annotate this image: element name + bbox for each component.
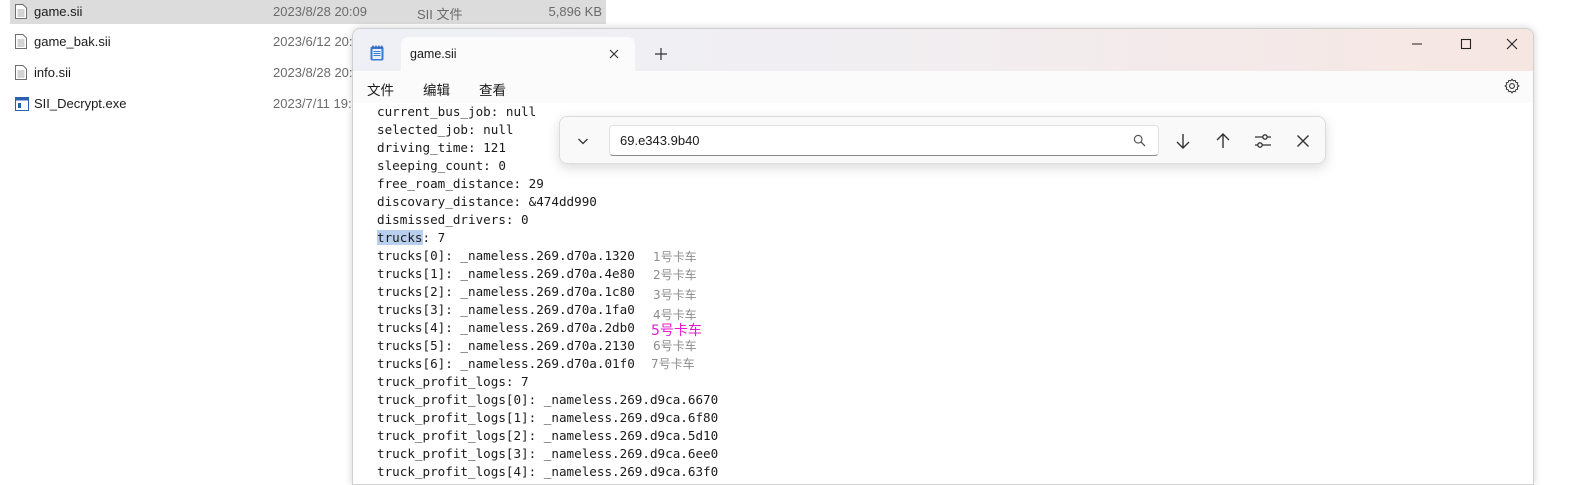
arrow-down-icon[interactable] <box>1173 131 1193 151</box>
file-name: info.sii <box>34 65 71 80</box>
file-date: 2023/8/28 20:09 <box>273 4 367 19</box>
code-line: driving_time: 121 <box>377 140 506 155</box>
tab-game-sii[interactable]: game.sii <box>401 37 635 71</box>
notepad-window: game.sii 文件 编辑 查看 current_bus_job: null … <box>352 28 1534 485</box>
find-bar <box>559 116 1326 164</box>
close-icon[interactable] <box>607 47 621 61</box>
code-line: dismissed_drivers: 0 <box>377 212 529 227</box>
file-row[interactable]: game.sii 2023/8/28 20:09 SII 文件 5,896 KB <box>10 0 606 24</box>
search-icon[interactable] <box>1133 134 1146 147</box>
tab-label: game.sii <box>410 47 457 61</box>
truck-annotation: 3号卡车 <box>653 288 697 302</box>
filter-options-icon[interactable] <box>1253 131 1273 151</box>
code-line: truck_profit_logs[0]: _nameless.269.d9ca… <box>377 392 719 407</box>
chevron-down-icon[interactable] <box>575 133 591 149</box>
title-bar: game.sii <box>353 29 1533 71</box>
code-line: current_bus_job: null <box>377 104 537 119</box>
code-line: trucks[1]: _nameless.269.d70a.4e80 <box>377 266 635 281</box>
code-line-trucks: trucks: 7 <box>377 229 445 247</box>
exe-file-icon <box>15 97 29 111</box>
notepad-app-icon <box>370 45 384 61</box>
close-icon[interactable] <box>1293 131 1313 151</box>
file-date: 2023/8/28 20: <box>273 65 353 80</box>
truck-annotation: 7号卡车 <box>651 357 695 371</box>
code-line: trucks[6]: _nameless.269.d70a.01f0 <box>377 356 635 371</box>
truck-annotation: 2号卡车 <box>653 268 697 282</box>
code-line-rest: : 7 <box>422 230 446 245</box>
file-date: 2023/6/12 20: <box>273 34 353 49</box>
file-row[interactable]: info.sii 2023/8/28 20: <box>10 61 353 85</box>
file-date: 2023/7/11 19: <box>273 96 352 111</box>
code-line: truck_profit_logs[2]: _nameless.269.d9ca… <box>377 428 719 443</box>
maximize-icon[interactable] <box>1459 37 1473 51</box>
find-input[interactable] <box>609 125 1159 156</box>
code-line: trucks[4]: _nameless.269.d70a.2db0 <box>377 320 635 335</box>
file-row[interactable]: SII_Decrypt.exe 2023/7/11 19: <box>10 92 352 116</box>
gear-icon[interactable] <box>1504 78 1520 94</box>
code-line: selected_job: null <box>377 122 514 137</box>
minimize-icon[interactable] <box>1410 37 1424 51</box>
text-file-icon <box>15 4 27 19</box>
code-line: trucks[0]: _nameless.269.d70a.1320 <box>377 248 635 263</box>
file-name: SII_Decrypt.exe <box>34 96 127 111</box>
truck-annotation: 1号卡车 <box>653 250 697 264</box>
file-name: game.sii <box>34 4 83 19</box>
code-line: truck_profit_logs: 7 <box>377 374 529 389</box>
file-name: game_bak.sii <box>34 34 111 49</box>
menu-bar: 文件 编辑 查看 <box>353 71 1533 103</box>
file-type: SII 文件 <box>417 7 463 22</box>
close-window-icon[interactable] <box>1505 37 1519 51</box>
text-file-icon <box>15 65 27 80</box>
file-row[interactable]: game_bak.sii 2023/6/12 20: <box>10 30 353 54</box>
menu-file[interactable]: 文件 <box>367 79 394 99</box>
truck-annotation: 6号卡车 <box>653 339 697 353</box>
code-line: trucks[5]: _nameless.269.d70a.2130 <box>377 338 635 353</box>
arrow-up-icon[interactable] <box>1213 131 1233 151</box>
code-line: trucks[2]: _nameless.269.d70a.1c80 <box>377 284 635 299</box>
code-line: sleeping_count: 0 <box>377 158 506 173</box>
code-line: truck_profit_logs[3]: _nameless.269.d9ca… <box>377 446 719 461</box>
search-match-highlight: trucks <box>377 230 423 245</box>
text-file-icon <box>15 34 27 49</box>
plus-icon[interactable] <box>654 47 668 61</box>
code-line: discovary_distance: &474dd990 <box>377 194 597 209</box>
file-size: 5,896 KB <box>548 4 603 19</box>
menu-edit[interactable]: 编辑 <box>423 79 450 99</box>
code-line: trucks[3]: _nameless.269.d70a.1fa0 <box>377 302 635 317</box>
code-line: free_roam_distance: 29 <box>377 176 544 191</box>
menu-view[interactable]: 查看 <box>479 79 506 99</box>
code-line: truck_profit_logs[4]: _nameless.269.d9ca… <box>377 464 719 479</box>
code-line: truck_profit_logs[1]: _nameless.269.d9ca… <box>377 410 719 425</box>
